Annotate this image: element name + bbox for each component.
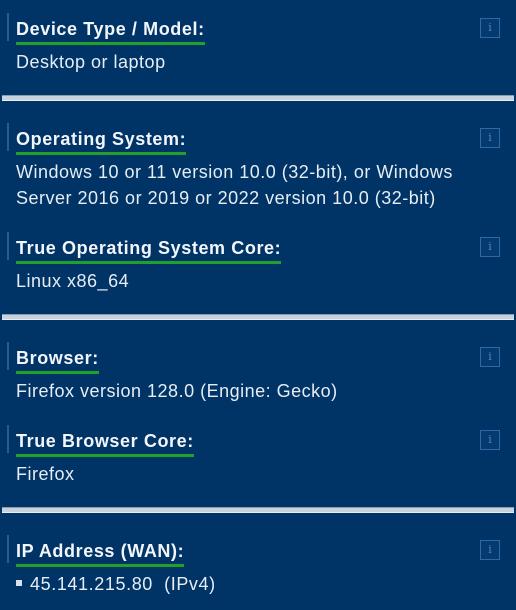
section-divider [2,314,514,320]
browser-label: Browser: [16,347,99,374]
ip-address-value[interactable]: 45.141.215.80 [30,574,153,594]
info-icon[interactable]: i [480,540,500,560]
info-icon[interactable]: i [480,430,500,450]
device-type-label: Device Type / Model: [16,18,205,45]
info-icon[interactable]: i [480,347,500,367]
ip-address-label: IP Address (WAN): [16,540,185,567]
true-browser-core-label: True Browser Core: [16,430,194,457]
true-os-core-label: True Operating System Core: [16,237,282,264]
info-icon[interactable]: i [480,18,500,38]
operating-system-value: Windows 10 or 11 version 10.0 (32-bit), … [16,162,453,208]
section-accent-bar [7,342,9,370]
true-os-core-value: Linux x86_64 [16,271,130,291]
device-type-value: Desktop or laptop [16,52,166,72]
ip-address-row: 45.141.215.80 (IPv4) [16,571,496,597]
section-accent-bar [7,535,9,563]
ip-version: (IPv4) [164,574,216,594]
section-divider [2,95,514,101]
section-accent-bar [7,425,9,453]
operating-system-label: Operating System: [16,128,187,155]
info-icon[interactable]: i [480,237,500,257]
info-icon[interactable]: i [480,128,500,148]
bullet-icon [16,580,22,587]
true-browser-core-value: Firefox [16,464,75,484]
browser-value: Firefox version 128.0 (Engine: Gecko) [16,381,338,401]
section-accent-bar [7,13,9,41]
section-accent-bar [7,123,9,151]
section-accent-bar [7,232,9,260]
section-divider [2,507,514,513]
